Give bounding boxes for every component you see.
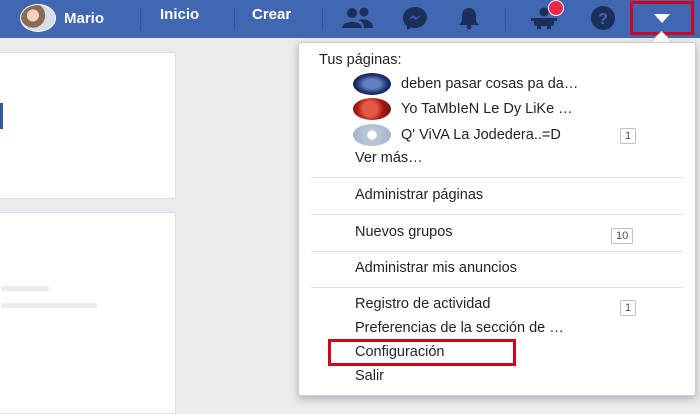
nav-divider: [140, 8, 141, 30]
page-name: Q' ViVA La Jodedera..=D: [401, 127, 561, 143]
nav-divider: [234, 8, 235, 30]
placeholder-line: [1, 286, 49, 291]
placeholder-line: [1, 303, 97, 308]
page-item[interactable]: Yo TaMbIeN Le Dy LiKe …: [353, 97, 573, 121]
bell-icon: [459, 8, 479, 30]
help-icon: ?: [591, 6, 615, 30]
logout-item[interactable]: Salir: [355, 368, 384, 384]
manage-pages-item[interactable]: Administrar páginas: [355, 187, 483, 203]
page-count-badge: 1: [620, 128, 637, 144]
top-navigation-bar: Mario Inicio Crear ?: [0, 0, 700, 38]
menu-divider: [311, 177, 683, 178]
pages-header: Tus páginas:: [319, 52, 402, 68]
svg-text:?: ?: [598, 11, 608, 28]
feed-card: [0, 212, 176, 414]
page-avatar: [353, 98, 391, 120]
page-item[interactable]: Q' ViVA La Jodedera..=D: [353, 123, 561, 147]
activity-log-item[interactable]: Registro de actividad: [355, 296, 490, 312]
menu-divider: [311, 214, 683, 215]
settings-highlight-box: [328, 339, 516, 366]
menu-divider: [311, 251, 683, 252]
manage-ads-item[interactable]: Administrar mis anuncios: [355, 260, 517, 276]
notifications-button[interactable]: [449, 3, 489, 33]
groups-count-badge: 10: [611, 228, 634, 244]
notification-dot: [548, 0, 564, 16]
friend-requests-button[interactable]: [337, 3, 377, 33]
news-feed-preferences-item[interactable]: Preferencias de la sección de …: [355, 320, 564, 336]
caret-down-icon: [654, 14, 670, 23]
feed-card: [0, 52, 176, 199]
see-more-link[interactable]: Ver más…: [355, 150, 423, 166]
help-button[interactable]: ?: [583, 3, 623, 33]
home-link[interactable]: Inicio: [160, 6, 199, 23]
activity-count-badge: 1: [620, 300, 637, 316]
page-name: Yo TaMbIeN Le Dy LiKe …: [401, 101, 573, 117]
card-accent: [0, 103, 3, 129]
avatar: [20, 4, 56, 32]
profile-link[interactable]: Mario: [20, 3, 104, 33]
menu-divider: [311, 287, 683, 288]
new-groups-item[interactable]: Nuevos grupos: [355, 224, 453, 240]
user-name: Mario: [64, 9, 105, 27]
page-avatar: [353, 73, 391, 95]
page-avatar: [353, 124, 391, 146]
nav-divider: [322, 8, 323, 30]
account-menu-button[interactable]: [630, 1, 694, 35]
messenger-icon: [403, 7, 427, 30]
nav-divider: [505, 8, 506, 30]
page-name: deben pasar cosas pa da…: [401, 76, 579, 92]
friends-icon: [342, 7, 373, 28]
create-link[interactable]: Crear: [252, 6, 291, 23]
messages-button[interactable]: [395, 3, 435, 33]
page-item[interactable]: deben pasar cosas pa da…: [353, 72, 578, 96]
